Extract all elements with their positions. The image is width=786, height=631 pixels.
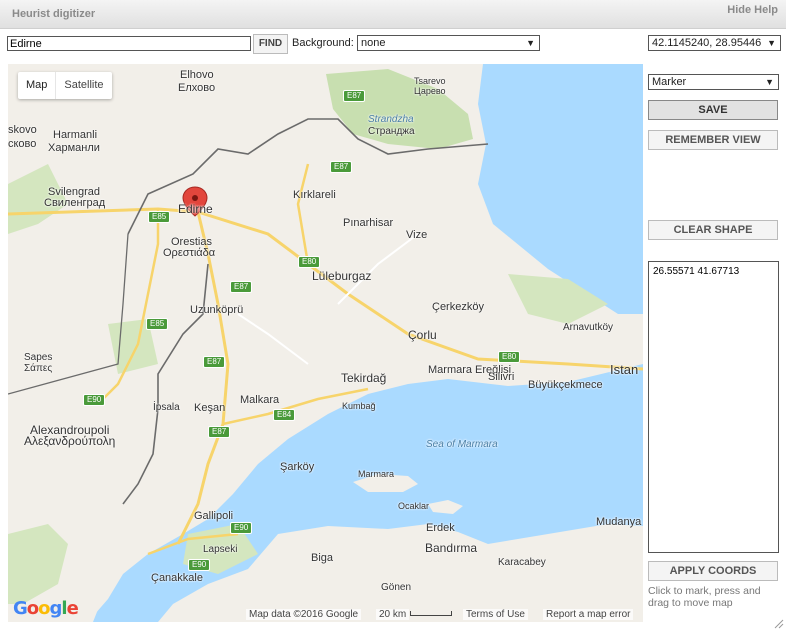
map-place-label: Biga xyxy=(311,552,334,564)
map-place-label: Bandırma xyxy=(425,541,478,555)
map-attribution: Map data ©2016 Google xyxy=(246,609,362,620)
map-hint-text: Click to mark, press and drag to move ma… xyxy=(648,585,761,609)
google-logo: Google xyxy=(13,598,79,619)
remember-view-button[interactable]: REMEMBER VIEW xyxy=(648,130,778,150)
map-place-label: Αλεξανδρούπολη xyxy=(24,434,116,448)
map-place-label: Edirne xyxy=(178,202,213,216)
chevron-down-icon: ▼ xyxy=(765,36,776,50)
road-shield: E85 xyxy=(146,318,169,330)
road-shield: E87 xyxy=(203,356,226,368)
window-title: Heurist digitizer xyxy=(12,8,96,20)
map-place-label: Gallipoli xyxy=(194,510,234,522)
map-place-label: Şarköy xyxy=(280,461,315,473)
road-shield: E80 xyxy=(298,256,321,268)
map-place-label: Tsarevo xyxy=(414,76,446,86)
title-bar: Heurist digitizer Hide Help xyxy=(0,0,786,29)
place-search-input[interactable] xyxy=(7,36,251,51)
shape-type-value: Marker xyxy=(652,76,687,88)
map-place-label: İpsala xyxy=(153,402,180,413)
map-place-label: Σάπες xyxy=(24,363,53,374)
map-place-label: Pınarhisar xyxy=(343,217,394,229)
map-place-label: skovo xyxy=(8,124,37,136)
report-error-link[interactable]: Report a map error xyxy=(543,609,634,620)
map-place-label: Erdek xyxy=(426,522,455,534)
background-select-value: none xyxy=(361,37,386,49)
find-button[interactable]: FIND xyxy=(253,34,288,54)
map-type-satellite-button[interactable]: Satellite xyxy=(55,72,111,99)
background-label: Background: xyxy=(292,37,354,49)
map-place-label: Елхово xyxy=(178,82,216,94)
map-place-label: Büyükçekmece xyxy=(528,379,603,391)
map-scale: 20 km xyxy=(376,609,410,620)
map-place-label: Lüleburgaz xyxy=(312,269,372,283)
map-canvas[interactable]: Map Satellite Elhovo Елхово Tsarevo Царево S… xyxy=(8,64,643,622)
map-place-label: Istan xyxy=(610,362,639,377)
map-place-label: Silivri xyxy=(488,371,515,383)
chevron-down-icon: ▼ xyxy=(526,38,535,48)
map-place-label: Vize xyxy=(406,229,428,241)
map-type-control: Map Satellite xyxy=(18,72,112,99)
road-shield: E80 xyxy=(498,351,521,363)
map-place-label: Mudanya xyxy=(596,516,642,528)
road-shield: E90 xyxy=(188,559,211,571)
map-place-label: Çanakkale xyxy=(151,572,203,584)
map-place-label: Harmanli xyxy=(53,129,98,141)
shape-type-select[interactable]: Marker ▼ xyxy=(648,74,779,90)
road-shield: E84 xyxy=(273,409,296,421)
road-shield: E87 xyxy=(343,90,366,102)
map-place-label: Sapes xyxy=(24,352,53,363)
map-place-label: Tekirdağ xyxy=(341,371,387,385)
map-place-label: Çerkezköy xyxy=(432,301,484,313)
map-place-label: Elhovo xyxy=(180,69,214,81)
road-shield: E90 xyxy=(83,394,106,406)
map-place-label: Arnavutköy xyxy=(563,322,614,333)
coordinates-select-value: 42.1145240, 28.95446 xyxy=(652,37,762,49)
road-shield: E87 xyxy=(330,161,353,173)
background-select[interactable]: none ▼ xyxy=(357,35,540,51)
coordinates-textarea[interactable]: 26.55571 41.67713 xyxy=(648,261,779,553)
map-type-map-button[interactable]: Map xyxy=(18,72,55,99)
resize-grip-icon[interactable] xyxy=(774,619,784,629)
save-button[interactable]: SAVE xyxy=(648,100,778,120)
map-place-label: Malkara xyxy=(240,394,280,406)
map-place-label: Lapseki xyxy=(203,544,238,555)
road-shield: E85 xyxy=(148,211,171,223)
map-place-label: Ocaklar xyxy=(398,501,430,511)
map-place-label: Uzunköprü xyxy=(190,304,244,316)
toolbar: FIND Background: none ▼ 42.1145240, 28.9… xyxy=(0,33,786,55)
map-place-label: Strandzha xyxy=(368,114,414,125)
road-shield: E87 xyxy=(208,426,231,438)
hide-help-link[interactable]: Hide Help xyxy=(727,4,778,16)
road-shield: E87 xyxy=(230,281,253,293)
map-place-label: Marmara xyxy=(358,469,395,479)
map-place-label: Keşan xyxy=(194,402,226,414)
road-shield: E90 xyxy=(230,522,253,534)
map-place-label: Свиленград xyxy=(44,197,106,209)
map-place-label: Sea of Marmara xyxy=(426,439,498,450)
map-place-label: Çorlu xyxy=(408,328,437,342)
coordinates-select[interactable]: 42.1145240, 28.95446 ▼ xyxy=(648,35,781,51)
map-place-label: Gönen xyxy=(381,582,412,593)
map-place-label: Ορεστιάδα xyxy=(163,247,216,259)
map-place-label: Царево xyxy=(414,86,446,96)
terms-link[interactable]: Terms of Use xyxy=(463,609,528,620)
map-place-label: Kırklareli xyxy=(293,189,336,201)
chevron-down-icon: ▼ xyxy=(765,77,774,87)
map-graphic xyxy=(8,64,643,622)
apply-coords-button[interactable]: APPLY COORDS xyxy=(648,561,778,581)
map-place-label: Харманли xyxy=(48,142,100,154)
clear-shape-button[interactable]: CLEAR SHAPE xyxy=(648,220,778,240)
map-place-label: Karacabey xyxy=(498,557,546,568)
map-place-label: сково xyxy=(8,138,37,150)
map-place-label: Kumbağ xyxy=(342,401,376,411)
scale-bar xyxy=(410,611,452,616)
map-place-label: Странджа xyxy=(368,126,415,137)
